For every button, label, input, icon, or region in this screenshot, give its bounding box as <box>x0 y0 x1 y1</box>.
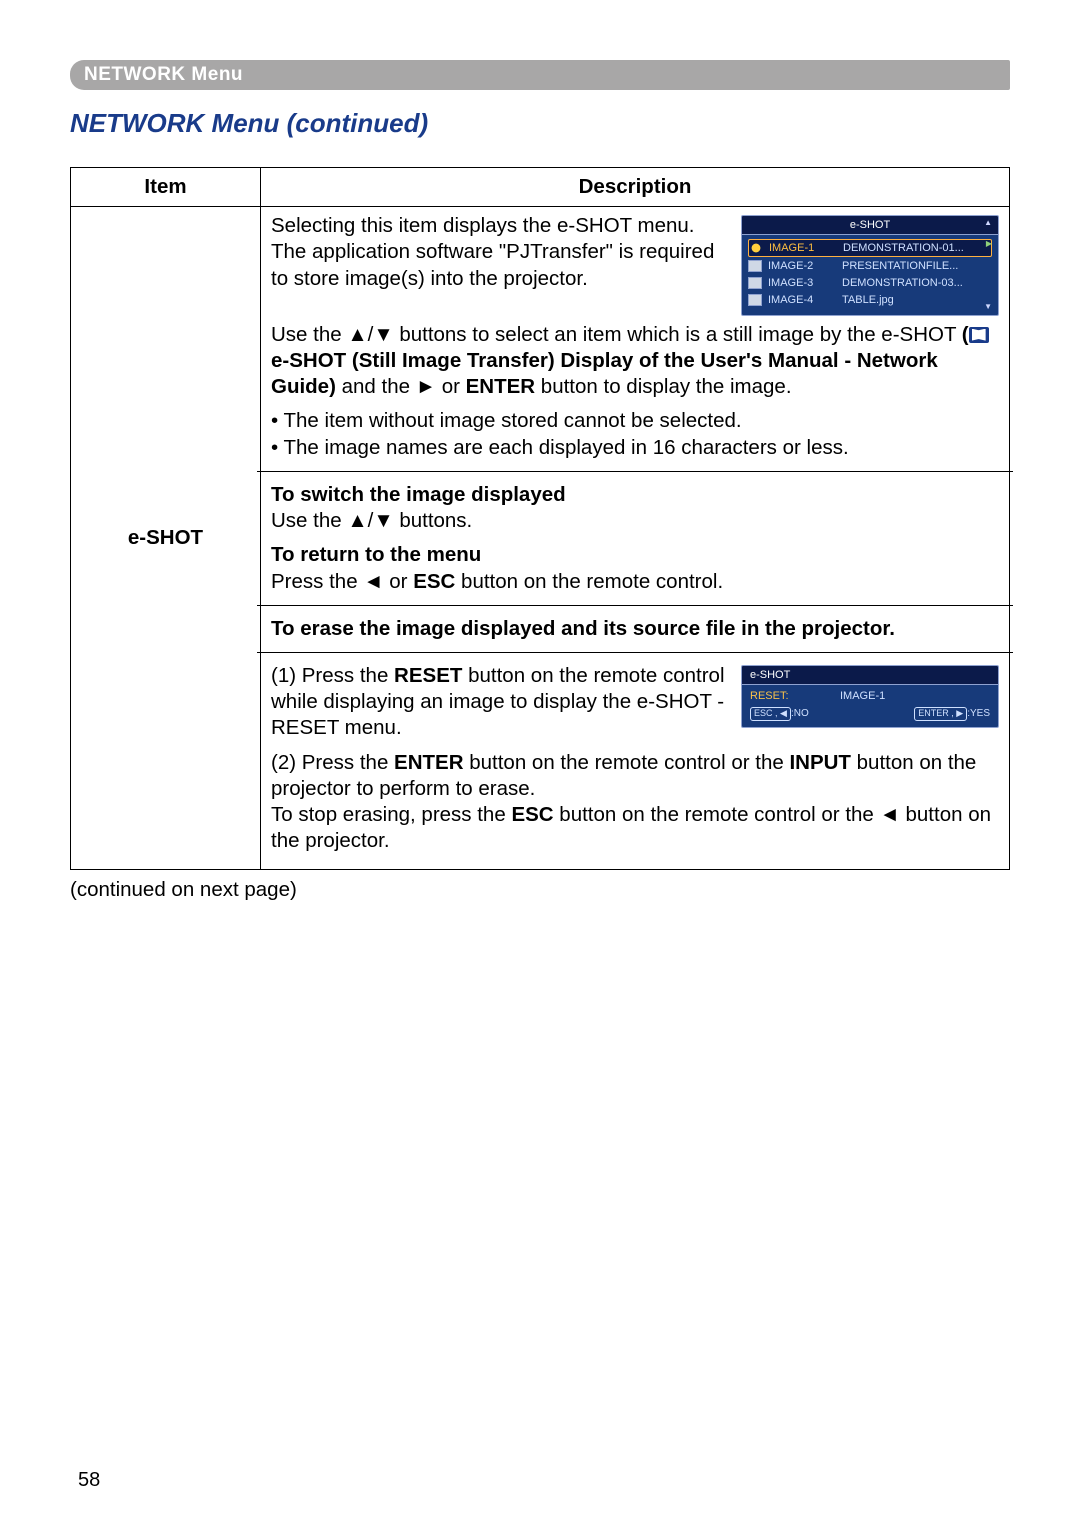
osd2-reset-label: RESET: <box>750 689 840 703</box>
osd2-title: e-SHOT <box>741 665 999 684</box>
osd2-reset-value: IMAGE-1 <box>840 689 885 703</box>
breadcrumb-label: NETWORK Menu <box>84 64 243 85</box>
osd2-yes: ENTER , ▶:YES <box>914 707 990 721</box>
osd1-body: IMAGE-1 DEMONSTRATION-01... IMAGE-2 PRES… <box>741 234 999 315</box>
osd1-col-a: IMAGE-2 <box>768 259 842 273</box>
col-item: Item <box>71 168 261 207</box>
page-number: 58 <box>78 1469 100 1492</box>
para: • The item without image stored cannot b… <box>271 408 999 460</box>
osd1-col-b: DEMONSTRATION-03... <box>842 276 963 290</box>
osd1-col-a: IMAGE-4 <box>768 293 842 307</box>
para: To return to the menu Press the ◄ or ESC… <box>271 542 999 594</box>
divider <box>257 471 1013 472</box>
osd1-title: e-SHOT <box>741 215 999 234</box>
subhead-switch: To switch the image displayed <box>271 482 999 508</box>
continued-note: (continued on next page) <box>70 878 1010 902</box>
step2: (2) Press the ENTER button on the remote… <box>271 750 999 855</box>
osd2-no: ESC , ◀:NO <box>750 707 809 721</box>
osd1-row: IMAGE-2 PRESENTATIONFILE... <box>748 257 992 274</box>
osd2-body: RESET: IMAGE-1 ESC , ◀:NO ENTER , ▶:YES <box>741 684 999 728</box>
divider <box>257 605 1013 606</box>
osd1-col-b: DEMONSTRATION-01... <box>843 241 964 255</box>
osd1-row: IMAGE-4 TABLE.jpg <box>748 292 992 309</box>
description-table: Item Description e-SHOT e-SHOT IMAGE-1 D… <box>70 167 1010 870</box>
image-icon <box>748 260 762 272</box>
subhead-erase: To erase the image displayed and its sou… <box>271 616 999 642</box>
page-title: NETWORK Menu (continued) <box>70 108 1010 139</box>
item-eshot: e-SHOT <box>71 207 261 869</box>
eshot-menu-screenshot: e-SHOT IMAGE-1 DEMONSTRATION-01... IMAGE… <box>741 215 999 315</box>
col-description: Description <box>261 168 1010 207</box>
manual-icon <box>969 327 989 343</box>
desc-eshot: e-SHOT IMAGE-1 DEMONSTRATION-01... IMAGE… <box>261 207 1010 869</box>
image-icon <box>748 294 762 306</box>
osd1-col-a: IMAGE-3 <box>768 276 842 290</box>
para: Use the ▲/▼ buttons to select an item wh… <box>271 322 999 401</box>
divider <box>257 652 1013 653</box>
osd1-row: IMAGE-1 DEMONSTRATION-01... <box>748 239 992 257</box>
image-icon <box>749 242 763 254</box>
subhead-return: To return to the menu <box>271 542 999 568</box>
osd1-col-b: TABLE.jpg <box>842 293 894 307</box>
para: To switch the image displayed Use the ▲/… <box>271 482 999 534</box>
image-icon <box>748 277 762 289</box>
osd1-col-b: PRESENTATIONFILE... <box>842 259 958 273</box>
breadcrumb: NETWORK Menu <box>70 60 1010 90</box>
eshot-reset-screenshot: e-SHOT RESET: IMAGE-1 ESC , ◀:NO ENTER ,… <box>741 665 999 728</box>
osd1-row: IMAGE-3 DEMONSTRATION-03... <box>748 274 992 291</box>
osd1-col-a: IMAGE-1 <box>769 241 843 255</box>
